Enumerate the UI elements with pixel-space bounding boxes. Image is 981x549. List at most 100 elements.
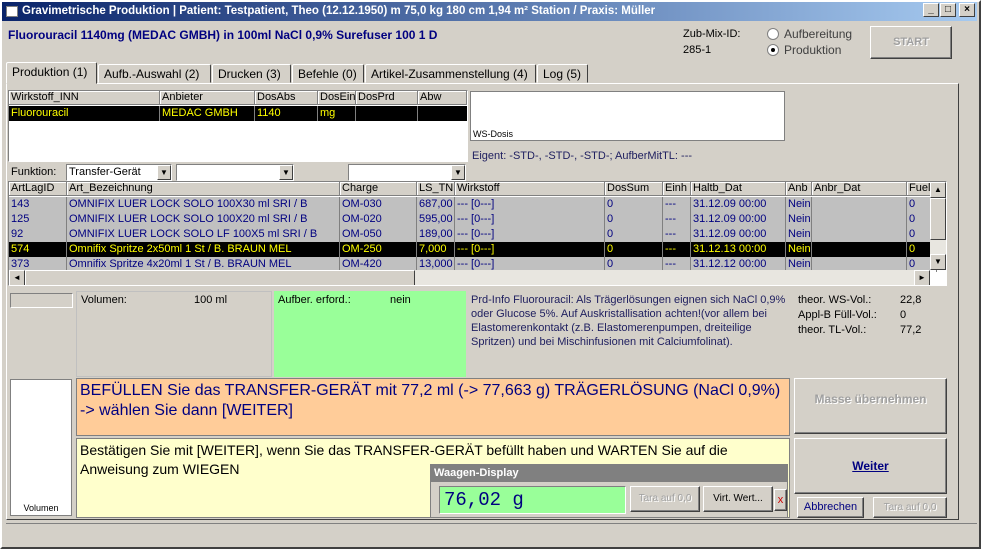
col-header[interactable]: Anb xyxy=(786,182,812,196)
table-row[interactable]: 143 OMNIFIX LUER LOCK SOLO 100X30 ml SRI … xyxy=(9,197,937,212)
tara-auf-null-button[interactable]: Tara auf 0,0 xyxy=(873,497,947,518)
tab-log[interactable]: Log (5) xyxy=(537,64,588,83)
tara-button[interactable]: Tara auf 0,0 xyxy=(630,486,700,512)
col-header[interactable]: Abw xyxy=(418,91,467,105)
cell: OM-020 xyxy=(340,212,417,227)
col-header[interactable]: Haltb_Dat xyxy=(691,182,786,196)
chevron-down-icon[interactable]: ▼ xyxy=(157,165,171,180)
cell: Nein xyxy=(788,212,812,227)
status-field xyxy=(10,293,73,308)
tab-befehle[interactable]: Befehle (0) xyxy=(292,64,364,83)
col-header[interactable]: Wirkstoff_INN xyxy=(9,91,160,105)
cell xyxy=(356,106,418,121)
vertical-scrollbar[interactable]: ▲ ▼ xyxy=(930,182,946,270)
instruction-main: BEFÜLLEN Sie das TRANSFER-GERÄT mit 77,2… xyxy=(76,378,790,436)
cell: --- xyxy=(663,242,691,257)
cell: OMNIFIX LUER LOCK SOLO LF 100X5 ml SRI /… xyxy=(67,227,340,242)
abbrechen-button[interactable]: Abbrechen xyxy=(797,497,864,518)
zub-mix-label: Zub-Mix-ID: xyxy=(683,28,741,40)
theor-ws-label: theor. WS-Vol.: xyxy=(798,294,872,306)
cell: --- [0---] xyxy=(455,227,605,242)
scroll-left-icon[interactable]: ◄ xyxy=(9,270,25,285)
ws-dosis-box: WS-Dosis xyxy=(470,91,785,141)
scroll-up-icon[interactable]: ▲ xyxy=(930,182,946,198)
radio-aufbereitung-label: Aufbereitung xyxy=(784,27,853,41)
cell: 143 xyxy=(9,197,67,212)
cell: 0 xyxy=(605,227,663,242)
col-header[interactable]: Art_Bezeichnung xyxy=(67,182,340,196)
weiter-button[interactable]: Weiter xyxy=(794,438,947,494)
col-header[interactable]: ArtLagID xyxy=(9,182,67,196)
col-header[interactable]: DosEin xyxy=(318,91,356,105)
cell xyxy=(418,106,467,121)
tab-drucken[interactable]: Drucken (3) xyxy=(212,64,291,83)
zub-mix-value: 285-1 xyxy=(683,44,712,56)
cell: --- [0---] xyxy=(455,242,605,257)
table-row[interactable]: Fluorouracil MEDAC GMBH 1140 mg xyxy=(9,106,467,121)
cell: --- [0---] xyxy=(455,197,605,212)
cell xyxy=(812,212,907,227)
chevron-down-icon[interactable]: ▼ xyxy=(451,165,465,180)
scroll-thumb-h[interactable] xyxy=(25,270,415,285)
volumen-value: 100 ml xyxy=(194,294,228,306)
applb-label: Appl-B Füll-Vol.: xyxy=(798,309,877,321)
volumen-gauge-label: Volumen xyxy=(23,503,59,513)
artikel-table[interactable]: ArtLagID Art_Bezeichnung Charge LS_TN Wirkst… xyxy=(8,181,947,286)
horizontal-scrollbar[interactable]: ◄ ► xyxy=(9,270,930,285)
maximize-button[interactable]: □ xyxy=(940,3,956,17)
tab-produktion[interactable]: Produktion (1) xyxy=(6,62,97,84)
col-header[interactable]: Einh xyxy=(663,182,691,196)
cell: OM-050 xyxy=(340,227,417,242)
close-button[interactable]: × xyxy=(959,3,975,17)
scroll-thumb[interactable] xyxy=(930,198,946,240)
scroll-right-icon[interactable]: ► xyxy=(914,270,930,285)
aufber-value: nein xyxy=(390,294,411,306)
applb-value: 0 xyxy=(900,309,907,321)
radio-produktion[interactable] xyxy=(767,44,779,56)
cell: Nein xyxy=(788,197,812,212)
cell: 687,00 xyxy=(417,197,455,212)
cell: --- xyxy=(663,197,691,212)
tab-aufb-auswahl[interactable]: Aufb.-Auswahl (2) xyxy=(98,64,211,83)
col-header[interactable]: DosPrd xyxy=(356,91,418,105)
chevron-down-icon[interactable]: ▼ xyxy=(279,165,293,180)
cell: mg xyxy=(318,106,356,121)
cell: 0 xyxy=(605,197,663,212)
cell: Fluorouracil xyxy=(9,106,160,121)
theor-tl-value: 77,2 xyxy=(900,324,922,336)
cell: 189,00 xyxy=(417,227,455,242)
col-header[interactable]: Wirkstoff xyxy=(455,182,605,196)
wirkstoff-table[interactable]: Wirkstoff_INN Anbieter DosAbs DosEin Dos… xyxy=(8,90,468,162)
scroll-down-icon[interactable]: ▼ xyxy=(930,254,946,270)
prd-info-text: Prd-Info Fluorouracil: Als Trägerlösunge… xyxy=(471,294,786,348)
table-row[interactable]: 574 Omnifix Spritze 2x50ml 1 St / B. BRAU… xyxy=(9,242,937,257)
col-header[interactable]: Anbieter xyxy=(160,91,255,105)
col-header[interactable]: DosSum xyxy=(605,182,663,196)
waagen-panel: Waagen-Display 76,02 g Tara auf 0,0 Virt… xyxy=(430,464,788,518)
minimize-button[interactable]: _ xyxy=(923,3,939,17)
radio-aufbereitung[interactable] xyxy=(767,28,779,40)
table-row[interactable]: 125 OMNIFIX LUER LOCK SOLO 100X20 ml SRI … xyxy=(9,212,937,227)
cell: Nein xyxy=(788,242,812,257)
col-header[interactable]: Anbr_Dat xyxy=(812,182,907,196)
col-header[interactable]: Charge xyxy=(340,182,417,196)
funktion-select-2[interactable]: ▼ xyxy=(176,164,294,181)
start-button[interactable]: START xyxy=(870,26,952,59)
cell: 0 xyxy=(605,242,663,257)
cell: 92 xyxy=(9,227,67,242)
col-header[interactable]: LS_TN xyxy=(417,182,455,196)
volumen-label: Volumen: xyxy=(81,294,127,306)
cell: 31.12.09 00:00 xyxy=(691,227,786,242)
tab-artikel-zusammenstellung[interactable]: Artikel-Zusammenstellung (4) xyxy=(365,64,536,83)
table-row[interactable]: 92 OMNIFIX LUER LOCK SOLO LF 100X5 ml SRI… xyxy=(9,227,937,242)
radio-produktion-label: Produktion xyxy=(784,43,842,57)
funktion-label: Funktion: xyxy=(11,166,57,178)
col-header[interactable]: DosAbs xyxy=(255,91,318,105)
virt-wert-button[interactable]: Virt. Wert... xyxy=(703,486,773,512)
product-title: Fluorouracil 1140mg (MEDAC GMBH) in 100m… xyxy=(8,28,438,42)
funktion-select[interactable]: Transfer-Gerät ▼ xyxy=(66,164,172,181)
funktion-select-3[interactable]: ▼ xyxy=(348,164,466,181)
masse-uebernehmen-button[interactable]: Masse übernehmen xyxy=(794,378,947,434)
close-icon[interactable]: x xyxy=(774,489,787,511)
status-divider xyxy=(6,523,977,524)
